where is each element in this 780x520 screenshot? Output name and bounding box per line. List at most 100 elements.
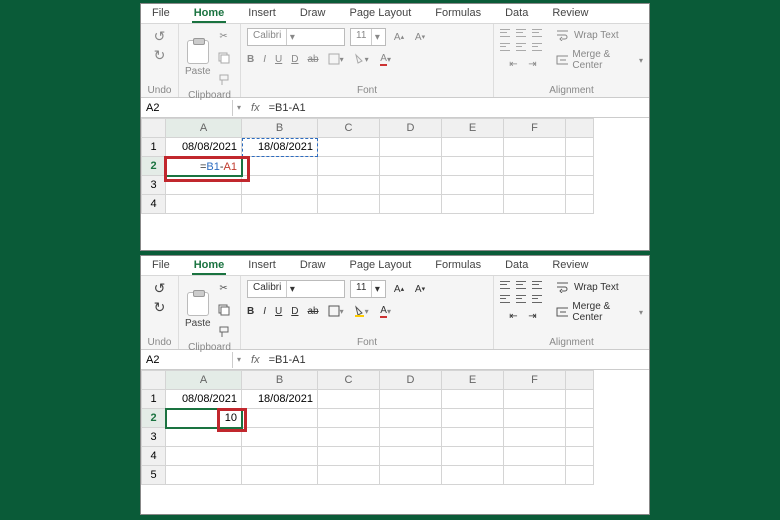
fx-icon[interactable]: fx <box>245 354 266 366</box>
row-header-4[interactable]: 4 <box>142 447 166 466</box>
cell-C2[interactable] <box>318 409 380 428</box>
bold-button[interactable]: B <box>247 306 254 317</box>
shrink-font-icon[interactable]: A▾ <box>412 29 428 45</box>
fill-color-icon[interactable]: ▾ <box>353 303 369 319</box>
italic-button[interactable]: I <box>263 306 266 317</box>
cell-A2[interactable]: 10 <box>166 409 242 428</box>
select-all-corner[interactable] <box>142 371 166 390</box>
increase-indent-icon[interactable]: ⇥ <box>525 308 541 324</box>
tab-review[interactable]: Review <box>550 259 590 275</box>
paste-icon[interactable] <box>187 292 209 316</box>
tab-home[interactable]: Home <box>192 259 227 275</box>
horizontal-align-icons[interactable] <box>500 294 546 304</box>
tab-draw[interactable]: Draw <box>298 259 328 275</box>
fill-color-icon[interactable]: ▾ <box>353 51 369 67</box>
vertical-align-icons[interactable] <box>500 280 546 290</box>
cell-D2[interactable] <box>380 409 442 428</box>
cell-E1[interactable] <box>442 138 504 157</box>
tab-home[interactable]: Home <box>192 7 227 23</box>
italic-button[interactable]: I <box>263 54 266 65</box>
font-name-select[interactable]: Calibri▾ <box>247 280 345 298</box>
cell-F2[interactable] <box>504 157 566 176</box>
name-box[interactable]: A2 <box>141 100 233 116</box>
tab-insert[interactable]: Insert <box>246 7 278 23</box>
col-header-blank[interactable] <box>566 119 594 138</box>
row-header-2[interactable]: 2 <box>142 409 166 428</box>
cell-C1[interactable] <box>318 138 380 157</box>
row-header-3[interactable]: 3 <box>142 176 166 195</box>
wrap-text-button[interactable]: Wrap Text <box>556 29 619 41</box>
fx-icon[interactable]: fx <box>245 102 266 114</box>
col-header-D[interactable]: D <box>380 371 442 390</box>
cell-A2[interactable]: =B1-A1 <box>166 157 242 176</box>
tab-review[interactable]: Review <box>550 7 590 23</box>
tab-formulas[interactable]: Formulas <box>433 259 483 275</box>
strike-button[interactable]: ab <box>307 306 318 317</box>
font-size-select[interactable]: 11▾ <box>350 28 386 46</box>
cut-icon[interactable]: ✂ <box>216 28 232 44</box>
border-icon[interactable]: ▾ <box>328 303 344 319</box>
cell-G1[interactable] <box>566 138 594 157</box>
cell-C1[interactable] <box>318 390 380 409</box>
underline-button[interactable]: U <box>275 54 282 65</box>
cell-A3[interactable] <box>166 176 242 195</box>
vertical-align-icons[interactable] <box>500 28 546 38</box>
tab-page-layout[interactable]: Page Layout <box>347 7 413 23</box>
horizontal-align-icons[interactable] <box>500 42 546 52</box>
select-all-corner[interactable] <box>142 119 166 138</box>
cell-C2[interactable] <box>318 157 380 176</box>
col-header-F[interactable]: F <box>504 371 566 390</box>
decrease-indent-icon[interactable]: ⇤ <box>506 308 522 324</box>
double-underline-button[interactable]: D <box>291 306 298 317</box>
row-header-5[interactable]: 5 <box>142 466 166 485</box>
tab-data[interactable]: Data <box>503 259 530 275</box>
row-header-3[interactable]: 3 <box>142 428 166 447</box>
shrink-font-icon[interactable]: A▾ <box>412 281 428 297</box>
formula-input[interactable]: =B1-A1 <box>266 354 309 366</box>
row-header-4[interactable]: 4 <box>142 195 166 214</box>
worksheet[interactable]: A B C D E F 1 08/08/2021 18/08/2021 2 <box>141 118 649 214</box>
copy-icon[interactable] <box>216 302 232 318</box>
cell-F1[interactable] <box>504 138 566 157</box>
tab-draw[interactable]: Draw <box>298 7 328 23</box>
name-box-dropdown-icon[interactable]: ▾ <box>233 103 245 112</box>
cell-B1[interactable]: 18/08/2021 <box>242 390 318 409</box>
col-header-A[interactable]: A <box>166 371 242 390</box>
cell-B2[interactable] <box>242 157 318 176</box>
tab-insert[interactable]: Insert <box>246 259 278 275</box>
font-name-select[interactable]: Calibri▾ <box>247 28 345 46</box>
cell-G2[interactable] <box>566 409 594 428</box>
underline-button[interactable]: U <box>275 306 282 317</box>
format-painter-icon[interactable] <box>216 72 232 88</box>
col-header-B[interactable]: B <box>242 371 318 390</box>
undo-icon[interactable]: ↺ <box>154 28 166 45</box>
wrap-text-button[interactable]: Wrap Text <box>556 281 619 293</box>
row-header-1[interactable]: 1 <box>142 138 166 157</box>
redo-icon[interactable]: ↻ <box>154 47 166 64</box>
cell-A1[interactable]: 08/08/2021 <box>166 138 242 157</box>
cell-G1[interactable] <box>566 390 594 409</box>
strike-button[interactable]: ab <box>307 54 318 65</box>
col-header-blank[interactable] <box>566 371 594 390</box>
col-header-D[interactable]: D <box>380 119 442 138</box>
worksheet[interactable]: A B C D E F 1 08/08/2021 18/08/2021 2 <box>141 370 649 485</box>
grow-font-icon[interactable]: A▴ <box>391 29 407 45</box>
redo-icon[interactable]: ↻ <box>154 299 166 316</box>
cell-A1[interactable]: 08/08/2021 <box>166 390 242 409</box>
row-header-1[interactable]: 1 <box>142 390 166 409</box>
bold-button[interactable]: B <box>247 54 254 65</box>
font-size-select[interactable]: 11▾ <box>350 280 386 298</box>
tab-page-layout[interactable]: Page Layout <box>347 259 413 275</box>
row-header-2[interactable]: 2 <box>142 157 166 176</box>
col-header-A[interactable]: A <box>166 119 242 138</box>
cell-B2[interactable] <box>242 409 318 428</box>
col-header-C[interactable]: C <box>318 119 380 138</box>
undo-icon[interactable]: ↺ <box>154 280 166 297</box>
double-underline-button[interactable]: D <box>291 54 298 65</box>
paste-icon[interactable] <box>187 40 209 64</box>
cell-E2[interactable] <box>442 157 504 176</box>
name-box[interactable]: A2 <box>141 352 233 368</box>
copy-icon[interactable] <box>216 50 232 66</box>
cell-D1[interactable] <box>380 390 442 409</box>
increase-indent-icon[interactable]: ⇥ <box>525 56 541 72</box>
